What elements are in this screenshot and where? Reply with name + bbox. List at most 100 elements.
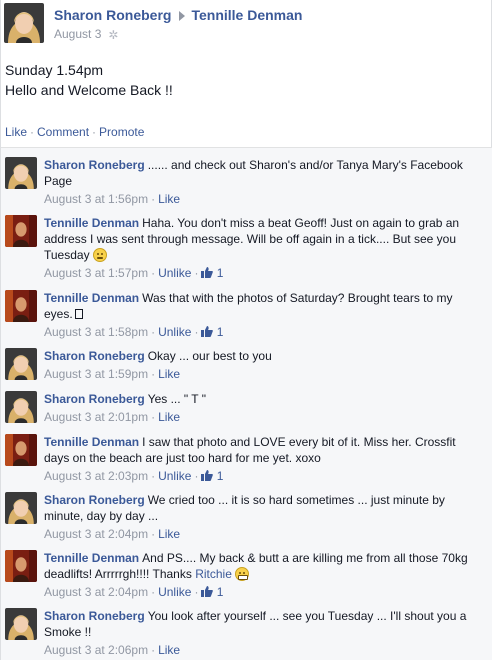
separator: ·: [151, 325, 156, 339]
separator: ·: [151, 469, 156, 483]
avatar[interactable]: [5, 290, 37, 322]
thumbs-up-icon: [201, 326, 214, 337]
gear-icon[interactable]: ✲: [108, 28, 118, 42]
author-avatar[interactable]: [4, 3, 44, 43]
separator: ·: [194, 325, 199, 339]
comment-author[interactable]: Sharon Roneberg: [44, 158, 145, 172]
comment-like-count[interactable]: 1: [201, 469, 223, 483]
comment-author[interactable]: Sharon Roneberg: [44, 392, 145, 406]
comment-unlike-link[interactable]: Unlike: [158, 266, 191, 280]
post-target-link[interactable]: Tennille Denman: [191, 7, 302, 23]
comment-content: Tennille Denman And PS.... My back & butt…: [44, 550, 484, 600]
comment-like-link[interactable]: Like: [158, 643, 180, 657]
post-title: Sharon Roneberg Tennille Denman: [54, 7, 302, 23]
comment-author[interactable]: Sharon Roneberg: [44, 493, 145, 507]
post-body: Sunday 1.54pm Hello and Welcome Back !!: [5, 60, 173, 100]
separator: ·: [151, 643, 156, 657]
avatar[interactable]: [5, 550, 37, 582]
comment-meta: August 3 at 1:58pm · Unlike · 1: [44, 324, 484, 340]
separator: ·: [151, 192, 156, 206]
comment-text: Yes ... " T ": [147, 392, 207, 406]
comment-unlike-link[interactable]: Unlike: [158, 585, 191, 599]
post-date[interactable]: August 3: [54, 27, 101, 41]
like-link[interactable]: Like: [5, 125, 27, 139]
separator: ·: [151, 585, 156, 599]
separator: ·: [151, 367, 156, 381]
like-count: 1: [216, 325, 224, 339]
comment-like-count[interactable]: 1: [201, 266, 223, 280]
comment-time[interactable]: August 3 at 1:59pm: [44, 367, 148, 381]
comment-author[interactable]: Sharon Roneberg: [44, 609, 145, 623]
comment-meta: August 3 at 1:59pm · Like: [44, 366, 484, 382]
post-body-line: Sunday 1.54pm: [5, 62, 104, 78]
avatar[interactable]: [5, 391, 37, 423]
comment-meta: August 3 at 2:01pm · Like: [44, 409, 484, 425]
avatar[interactable]: [5, 434, 37, 466]
mention-link[interactable]: Ritchie: [195, 567, 232, 581]
avatar[interactable]: [5, 215, 37, 247]
comment-author[interactable]: Tennille Denman: [44, 291, 139, 305]
comment-meta: August 3 at 2:03pm · Unlike · 1: [44, 468, 484, 484]
comment-meta: August 3 at 2:04pm · Unlike · 1: [44, 584, 484, 600]
comment-meta: August 3 at 2:06pm · Like: [44, 642, 484, 658]
comment-content: Sharon Roneberg We cried too ... it is so…: [44, 492, 484, 542]
thumbs-up-icon: [201, 586, 214, 597]
comment-like-link[interactable]: Like: [158, 527, 180, 541]
comment-content: Tennille Denman Haha. You don't miss a be…: [44, 215, 484, 281]
separator: ·: [194, 266, 199, 280]
separator: ·: [151, 527, 156, 541]
avatar[interactable]: [5, 348, 37, 380]
comment-author[interactable]: Tennille Denman: [44, 551, 139, 565]
comment-content: Sharon Roneberg Yes ... " T " August 3 at…: [44, 391, 484, 425]
comment-text: Okay ... our best to you: [147, 349, 272, 363]
post-meta: August 3 ✲: [54, 27, 118, 42]
comment-time[interactable]: August 3 at 2:04pm: [44, 585, 148, 599]
comment-like-link[interactable]: Like: [158, 410, 180, 424]
comment-time[interactable]: August 3 at 2:06pm: [44, 643, 148, 657]
smile-emoji-icon: [92, 248, 107, 262]
avatar[interactable]: [5, 157, 37, 189]
grin-emoji-icon: [235, 567, 250, 581]
missing-glyph-icon: [74, 309, 83, 319]
comment-time[interactable]: August 3 at 1:56pm: [44, 192, 148, 206]
comment-like-link[interactable]: Like: [158, 367, 180, 381]
promote-link[interactable]: Promote: [99, 125, 144, 139]
comment-content: Sharon Roneberg Okay ... our best to you …: [44, 348, 484, 382]
separator: ·: [194, 469, 199, 483]
comment-like-link[interactable]: Like: [158, 192, 180, 206]
comment-time[interactable]: August 3 at 2:01pm: [44, 410, 148, 424]
comment-unlike-link[interactable]: Unlike: [158, 469, 191, 483]
comment-time[interactable]: August 3 at 2:04pm: [44, 527, 148, 541]
post-body-line: Hello and Welcome Back !!: [5, 82, 173, 98]
comment-content: Sharon Roneberg You look after yourself .…: [44, 608, 484, 658]
post-card: Sharon Roneberg Tennille Denman August 3 ✲…: [0, 0, 492, 660]
comment-meta: August 3 at 2:04pm · Like: [44, 526, 484, 542]
comment-like-count[interactable]: 1: [201, 585, 223, 599]
comment-author[interactable]: Tennille Denman: [44, 435, 139, 449]
comment-meta: August 3 at 1:57pm · Unlike · 1: [44, 265, 484, 281]
like-count: 1: [216, 469, 224, 483]
comment-author[interactable]: Tennille Denman: [44, 216, 139, 230]
avatar[interactable]: [5, 608, 37, 640]
comment-unlike-link[interactable]: Unlike: [158, 325, 191, 339]
like-count: 1: [216, 585, 224, 599]
comment-time[interactable]: August 3 at 1:57pm: [44, 266, 148, 280]
comment-like-count[interactable]: 1: [201, 325, 223, 339]
like-count: 1: [216, 266, 224, 280]
comment-link[interactable]: Comment: [37, 125, 89, 139]
comment-time[interactable]: August 3 at 2:03pm: [44, 469, 148, 483]
comment-content: Sharon Roneberg...... and check out Shar…: [44, 157, 484, 207]
comment-content: Tennille Denman I saw that photo and LOVE…: [44, 434, 484, 484]
thumbs-up-icon: [201, 470, 214, 481]
separator: ·: [151, 266, 156, 280]
separator: ·: [30, 125, 35, 139]
comment-time[interactable]: August 3 at 1:58pm: [44, 325, 148, 339]
avatar[interactable]: [5, 492, 37, 524]
post-actions: Like · Comment · Promote: [5, 125, 144, 139]
separator: ·: [194, 585, 199, 599]
post-author-link[interactable]: Sharon Roneberg: [54, 7, 171, 23]
comment-content: Tennille Denman Was that with the photos …: [44, 290, 484, 340]
comment-author[interactable]: Sharon Roneberg: [44, 349, 145, 363]
arrow-right-icon: [179, 10, 186, 21]
separator: ·: [151, 410, 156, 424]
